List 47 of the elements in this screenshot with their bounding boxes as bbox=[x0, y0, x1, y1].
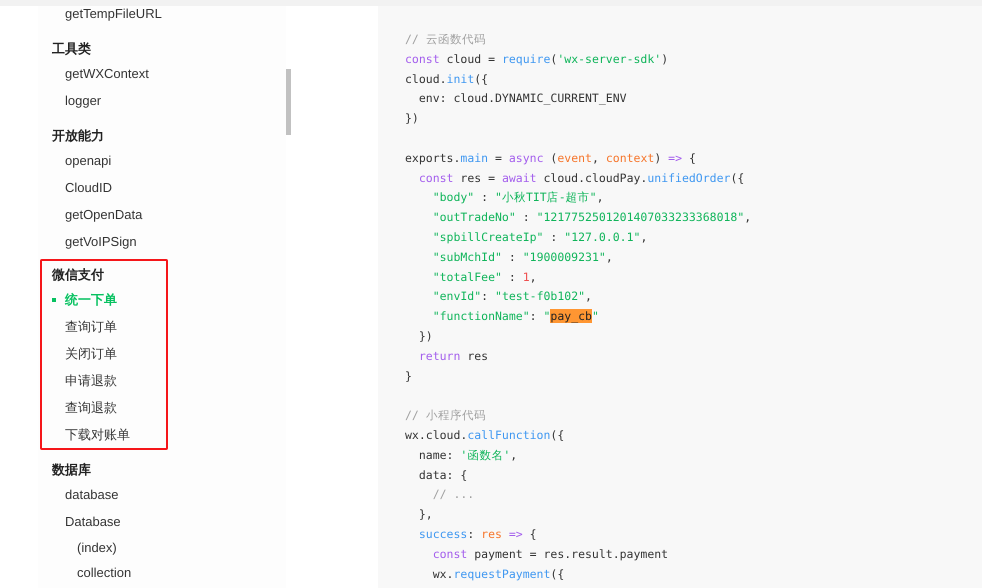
code-line: "subMchId" : "1900009231", bbox=[432, 248, 613, 266]
code-line: "functionName": "pay_cb" bbox=[432, 308, 599, 326]
code-line: const payment = res.result.payment bbox=[432, 546, 668, 563]
sidebar-item[interactable]: 下载对账单 bbox=[65, 426, 130, 444]
sidebar-item[interactable]: Database bbox=[65, 512, 121, 530]
code-line: // 云函数代码 bbox=[405, 31, 486, 48]
scrollbar-thumb[interactable] bbox=[286, 69, 291, 135]
sidebar-item[interactable]: 查询退款 bbox=[65, 398, 117, 416]
section-heading: 数据库 bbox=[52, 461, 91, 479]
sidebar-item[interactable]: getTempFileURL bbox=[65, 6, 162, 22]
sidebar-item[interactable]: 查询订单 bbox=[65, 318, 117, 336]
code-line: }, bbox=[418, 506, 433, 524]
code-line: wx.cloud.callFunction({ bbox=[405, 426, 564, 444]
sidebar-item[interactable]: CloudID bbox=[65, 178, 112, 196]
code-line: // ... bbox=[432, 486, 474, 504]
code-line: success: res => { bbox=[418, 526, 537, 543]
code-line: }) bbox=[418, 328, 433, 345]
code-line: const res = await cloud.cloudPay.unifiedOrder({ bbox=[418, 170, 744, 187]
sidebar-item[interactable]: 申请退款 bbox=[65, 372, 117, 390]
section-heading: 工具类 bbox=[52, 40, 91, 58]
code-line: // 小程序代码 bbox=[405, 407, 486, 424]
code-line: wx.requestPayment({ bbox=[432, 566, 564, 583]
code-line: env: cloud.DYNAMIC_CURRENT_ENV bbox=[418, 90, 627, 108]
code-line: }) bbox=[405, 110, 419, 128]
code-line: name: '函数名', bbox=[418, 446, 518, 464]
code-line: const cloud = require('wx-server-sdk') bbox=[405, 50, 668, 68]
sidebar-item[interactable]: database bbox=[65, 486, 118, 504]
sidebar-item[interactable]: getOpenData bbox=[65, 206, 142, 224]
code-line: "envId": "test-f0b102", bbox=[432, 288, 592, 306]
sidebar-item[interactable]: (index) bbox=[77, 538, 117, 556]
sidebar-item[interactable]: 关闭订单 bbox=[65, 344, 117, 362]
code-line: return res bbox=[418, 348, 488, 365]
code-line: "totalFee" : 1, bbox=[432, 268, 537, 286]
sidebar-item[interactable]: logger bbox=[65, 92, 102, 110]
sidebar-item[interactable]: openapi bbox=[65, 152, 112, 170]
sidebar-item[interactable]: getWXContext bbox=[65, 64, 149, 82]
code-line: "body" : "小秋TIT店-超市", bbox=[432, 189, 604, 206]
sidebar-item[interactable]: collection bbox=[77, 564, 132, 582]
sidebar-item[interactable]: getVoIPSign bbox=[65, 232, 137, 250]
code-line: data: { bbox=[418, 466, 468, 484]
section-heading: 开放能力 bbox=[52, 127, 104, 145]
code-line: cloud.init({ bbox=[405, 70, 488, 88]
code-line: "spbillCreateIp" : "127.0.0.1", bbox=[432, 228, 648, 246]
code-line: } bbox=[405, 368, 412, 385]
code-line: exports.main = async (event, context) => { bbox=[405, 150, 696, 167]
code-line: "outTradeNo" : "1217752501201407033233368018", bbox=[432, 209, 752, 226]
section-heading: 微信支付 bbox=[52, 266, 104, 284]
